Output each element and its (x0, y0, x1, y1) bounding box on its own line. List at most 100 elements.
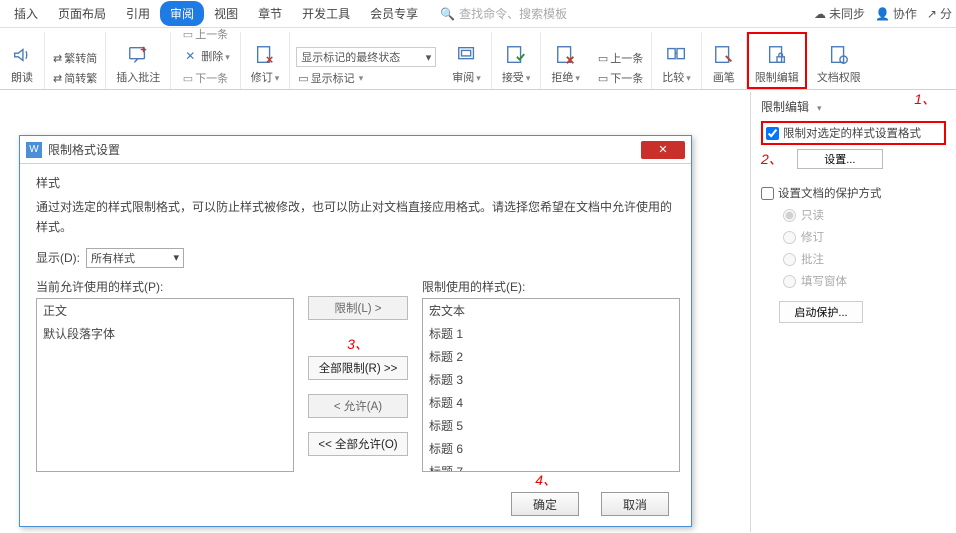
list-item[interactable]: 标题 5 (423, 414, 679, 437)
annotation-1: 1、 (914, 89, 936, 109)
compare-button[interactable]: 比较 (658, 41, 695, 87)
dialog-title-text: 限制格式设置 (48, 141, 120, 158)
insert-comment-button[interactable]: 插入批注 (112, 41, 164, 87)
marks-icon: ▭ (298, 72, 308, 85)
tab-member[interactable]: 会员专享 (360, 1, 428, 26)
arrow-up-icon: ▭ (183, 28, 193, 41)
dialog-description: 通过对选定的样式限制格式，可以防止样式被修改，也可以防止对文档直接应用格式。请选… (36, 197, 675, 238)
restricted-styles-label: 限制使用的样式(E): (422, 278, 680, 295)
sync-status[interactable]: ☁未同步 (814, 5, 865, 22)
settings-button[interactable]: 设置... (797, 149, 883, 169)
rev-prev[interactable]: ▭上一条 (596, 49, 645, 67)
trad-to-simp[interactable]: ⇄繁转简 (51, 49, 99, 67)
share-button[interactable]: ↗分 (927, 5, 952, 22)
annotation-2: 2、 (761, 149, 783, 169)
protect-method-label: 设置文档的保护方式 (778, 185, 882, 201)
track-changes-button[interactable]: 修订 (247, 41, 284, 87)
review-pane-button[interactable]: 审阅 (448, 41, 485, 87)
list-item[interactable]: 标题 6 (423, 437, 679, 460)
list-item[interactable]: 标题 1 (423, 322, 679, 345)
arrow-down-icon: ▭ (598, 72, 608, 85)
show-marks-dropdown[interactable]: ▭显示标记 (296, 69, 365, 87)
comment-prev: ▭上一条 (181, 25, 230, 43)
collab-button[interactable]: 👤协作 (875, 5, 917, 22)
app-icon: W (26, 142, 42, 158)
start-protect-button[interactable]: 启动保护... (779, 301, 863, 323)
allowed-styles-listbox[interactable]: 正文 默认段落字体 (36, 298, 294, 472)
display-dropdown[interactable]: 所有样式▾ (86, 248, 184, 268)
restrict-edit-pane: 限制编辑 1、 限制对选定的样式设置格式 2、 设置... 设置文档的保护方式 … (750, 92, 956, 532)
restrict-format-checkbox[interactable] (766, 127, 779, 140)
tab-page-layout[interactable]: 页面布局 (48, 1, 116, 26)
read-aloud-button[interactable]: 朗读 (6, 41, 38, 87)
reject-icon (554, 43, 578, 67)
doc-permission-button[interactable]: 文档权限 (813, 41, 865, 87)
tab-review[interactable]: 审阅 (160, 1, 204, 26)
annotation-4: 4、 (535, 470, 557, 490)
review-pane-icon (455, 43, 479, 67)
comment-add-icon (126, 43, 150, 67)
restrict-format-checkbox-row: 限制对选定的样式设置格式 (761, 121, 946, 145)
comment-next: ▭下一条 (181, 69, 230, 87)
list-item[interactable]: 宏文本 (423, 299, 679, 322)
ok-button[interactable]: 确定 (511, 492, 579, 516)
list-item[interactable]: 标题 3 (423, 368, 679, 391)
compare-icon (665, 43, 689, 67)
restrict-edit-button[interactable]: 限制编辑 (751, 41, 803, 87)
search-placeholder: 查找命令、搜索模板 (459, 5, 567, 22)
section-heading: 样式 (36, 174, 675, 191)
arrow-up-icon: ▭ (598, 52, 608, 65)
cancel-button[interactable]: 取消 (601, 492, 669, 516)
radio-revision[interactable]: 修订 (783, 229, 946, 245)
chevron-down-icon: ▾ (426, 51, 432, 64)
tab-view[interactable]: 视图 (204, 1, 248, 26)
list-item[interactable]: 标题 4 (423, 391, 679, 414)
tab-reference[interactable]: 引用 (116, 1, 160, 26)
pane-dropdown-icon[interactable] (815, 100, 822, 114)
list-item[interactable]: 标题 2 (423, 345, 679, 368)
dialog-titlebar[interactable]: W 限制格式设置 ✕ (20, 136, 691, 164)
menu-tabs: 插入 页面布局 引用 审阅 视图 章节 开发工具 会员专享 🔍 查找命令、搜索模… (0, 0, 956, 28)
display-label: 显示(D): (36, 249, 80, 266)
allow-all-button[interactable]: << 全部允许(O) (308, 432, 408, 456)
restrict-all-button[interactable]: 全部限制(R) >> (308, 356, 408, 380)
radio-readonly[interactable]: 只读 (783, 207, 946, 223)
tab-devtools[interactable]: 开发工具 (292, 1, 360, 26)
radio-form[interactable]: 填写窗体 (783, 273, 946, 289)
ribbon: 朗读 ⇄繁转简 ⇄简转繁 插入批注 ▭上一条 ✕ 删除 ▭下一条 修订 (0, 28, 956, 90)
display-state-dropdown[interactable]: 显示标记的最终状态▾ (296, 47, 436, 67)
list-item[interactable]: 正文 (37, 299, 293, 322)
restrict-button[interactable]: 限制(L) > (308, 296, 408, 320)
chevron-down-icon: ▾ (173, 251, 179, 264)
annotation-3: 3、 (347, 334, 369, 354)
search-icon: 🔍 (440, 7, 455, 21)
arrow-down-icon: ▭ (183, 72, 193, 85)
reject-button[interactable]: 拒绝 (547, 41, 584, 87)
doc-perm-icon (827, 43, 851, 67)
speaker-icon (10, 43, 34, 67)
allowed-styles-label: 当前允许使用的样式(P): (36, 278, 294, 295)
allow-button[interactable]: < 允许(A) (308, 394, 408, 418)
text-icon: ⇄ (53, 72, 62, 85)
simp-to-trad[interactable]: ⇄简转繁 (51, 69, 99, 87)
text-icon: ⇄ (53, 52, 62, 65)
search-box[interactable]: 🔍 查找命令、搜索模板 (440, 5, 567, 22)
revise-icon (253, 43, 277, 67)
close-button[interactable]: ✕ (641, 141, 685, 159)
restrict-format-dialog: W 限制格式设置 ✕ 样式 通过对选定的样式限制格式，可以防止样式被修改，也可以… (19, 135, 692, 527)
tab-insert[interactable]: 插入 (4, 1, 48, 26)
list-item[interactable]: 默认段落字体 (37, 322, 293, 345)
tab-sections[interactable]: 章节 (248, 1, 292, 26)
rev-next[interactable]: ▭下一条 (596, 69, 645, 87)
pane-title: 限制编辑 (761, 98, 809, 115)
user-icon: 👤 (875, 7, 890, 21)
restrict-format-label: 限制对选定的样式设置格式 (783, 125, 921, 141)
brush-button[interactable]: 画笔 (708, 41, 740, 87)
delete-comment-button[interactable]: ✕ 删除 (177, 45, 234, 67)
accept-button[interactable]: 接受 (498, 41, 535, 87)
restrict-edit-highlight: 限制编辑 (747, 32, 807, 89)
restricted-styles-listbox[interactable]: 宏文本 标题 1 标题 2 标题 3 标题 4 标题 5 标题 6 标题 7 (422, 298, 680, 472)
protect-method-checkbox[interactable] (761, 187, 774, 200)
accept-icon (504, 43, 528, 67)
radio-comment[interactable]: 批注 (783, 251, 946, 267)
